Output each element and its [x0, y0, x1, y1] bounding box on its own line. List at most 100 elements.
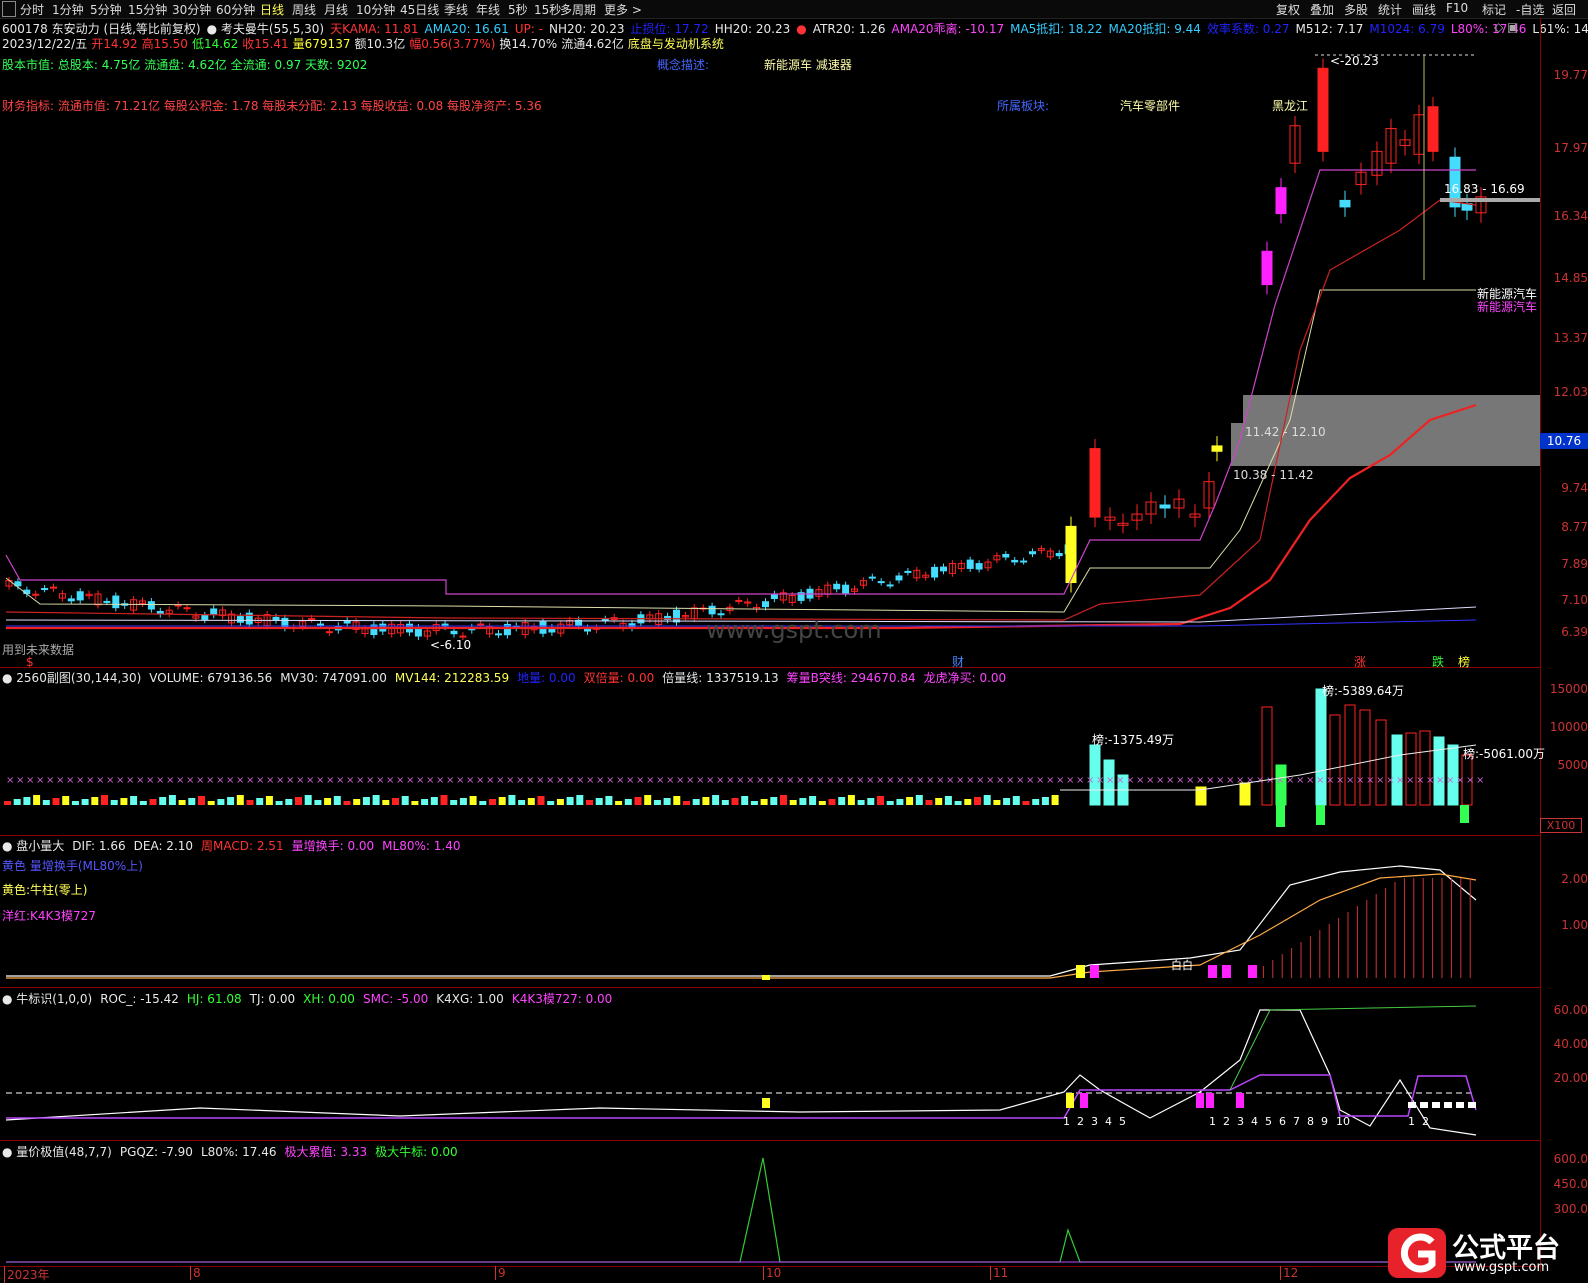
x-mark: ×	[1356, 775, 1364, 786]
volume-bar	[285, 799, 293, 805]
candle-body	[325, 631, 333, 634]
x-mark: ×	[1046, 775, 1054, 786]
x-mark: ×	[1276, 775, 1284, 786]
x-mark: ×	[446, 775, 454, 786]
volume-bar	[1012, 796, 1020, 805]
x-mark: ×	[386, 775, 394, 786]
volume-bar	[586, 800, 593, 805]
x-mark: ×	[196, 775, 204, 786]
x-mark: ×	[816, 775, 824, 786]
p2title-item-5: 双倍量: 0.00	[583, 671, 655, 685]
yaxis-main-label-1: 17.97	[1553, 141, 1588, 155]
volume-bar	[81, 799, 89, 805]
candle-body	[103, 600, 111, 603]
candle-body	[1211, 445, 1223, 452]
count-16: 2	[1422, 1115, 1429, 1128]
white-marker	[1468, 1102, 1476, 1108]
white-marker	[1420, 1102, 1428, 1108]
x-mark: ×	[1086, 775, 1094, 786]
x-mark: ×	[1076, 775, 1084, 786]
x-mark: ×	[936, 775, 944, 786]
legend-yellow-volume: 黄色 量增换手(ML80%上)	[2, 859, 143, 873]
x-mark: ×	[336, 775, 344, 786]
x-mark: ×	[106, 775, 114, 786]
candle-body	[308, 618, 316, 621]
candle-body	[877, 581, 885, 584]
volume-bar	[4, 801, 11, 805]
x-mark: ×	[606, 775, 614, 786]
x-mark: ×	[986, 775, 994, 786]
volume-bar	[459, 798, 467, 805]
x-mark: ×	[856, 775, 864, 786]
white-marker	[1408, 1102, 1416, 1108]
candle-body	[735, 599, 743, 602]
x-mark: ×	[1066, 775, 1074, 786]
candle-body	[833, 583, 841, 590]
toolbar-button-8[interactable]: 返回	[1552, 1, 1576, 18]
candle-body	[76, 591, 84, 601]
volume-bar	[489, 799, 496, 805]
x-mark: ×	[526, 775, 534, 786]
x-mark: ×	[846, 775, 854, 786]
candle-body	[1055, 552, 1063, 557]
volume-bar	[23, 797, 31, 805]
x-mark: ×	[426, 775, 434, 786]
x-mark: ×	[1446, 775, 1454, 786]
x-mark: ×	[586, 775, 594, 786]
x-mark: ×	[236, 775, 244, 786]
volume-bar	[780, 795, 787, 805]
x-mark: ×	[1146, 775, 1154, 786]
volume-bar-large	[1329, 714, 1341, 806]
rank-label-3: 榜:-5389.64万	[1322, 684, 1404, 698]
x-mark: ×	[1116, 775, 1124, 786]
volume-bar	[62, 796, 70, 805]
logo-url: www.gspt.com	[1454, 1260, 1550, 1275]
yaxis-p4-label-2: 20.00	[1553, 1071, 1588, 1085]
volume-bar	[828, 799, 836, 805]
candle-body	[1317, 67, 1329, 152]
rise-mark: 涨	[1354, 655, 1367, 669]
x-mark: ×	[246, 775, 254, 786]
volume-bar	[809, 796, 817, 805]
rank-label-1: 榜:-1375.49万	[1092, 733, 1174, 747]
bull-flag-bar	[1236, 1093, 1244, 1108]
volume-bar	[392, 798, 399, 805]
candle-body	[450, 630, 458, 635]
x-mark: ×	[796, 775, 804, 786]
y-axis-divider	[1540, 18, 1541, 1272]
candle-body	[1427, 106, 1439, 152]
volume-bar	[692, 799, 700, 805]
x-mark: ×	[486, 775, 494, 786]
volume-bar	[653, 800, 661, 805]
white-marker	[1432, 1102, 1440, 1108]
x-mark: ×	[256, 775, 264, 786]
volume-bar	[343, 801, 351, 805]
x-mark: ×	[186, 775, 194, 786]
yaxis-p4-label-0: 60.00	[1553, 1003, 1588, 1017]
dif-line	[6, 865, 1477, 977]
yaxis-main-label-4: 13.37	[1553, 331, 1588, 345]
x-mark: ×	[906, 775, 914, 786]
x-mark: ×	[1156, 775, 1164, 786]
x-mark: ×	[86, 775, 94, 786]
volume-bar	[964, 799, 972, 805]
candle-body	[868, 576, 876, 579]
volume-bar	[818, 801, 826, 805]
candle-body	[1261, 250, 1273, 286]
yaxis-p2-label-1: 10000	[1549, 720, 1588, 734]
x-mark: ×	[736, 775, 744, 786]
volume-bar-large	[1344, 704, 1356, 806]
macd-flag-bar	[1076, 965, 1085, 978]
bull-pane-title: ● 牛标识(1,0,0) ROC_: -15.42 HJ: 61.08 TJ: 0.0…	[2, 990, 620, 1007]
count-11: 7	[1293, 1115, 1300, 1128]
x-mark: ×	[646, 775, 654, 786]
p4title-item-6: K4XG: 1.00	[436, 992, 504, 1006]
x-mark: ×	[966, 775, 974, 786]
p5title-item-1: PGQZ: -7.90	[119, 1145, 193, 1159]
volume-bar	[624, 799, 632, 805]
volume-bar	[547, 801, 555, 805]
volume-bar	[508, 795, 516, 805]
count-6: 2	[1223, 1115, 1230, 1128]
x-tick-2: 9	[495, 1266, 506, 1280]
p4title-item-3: TJ: 0.00	[249, 992, 296, 1006]
